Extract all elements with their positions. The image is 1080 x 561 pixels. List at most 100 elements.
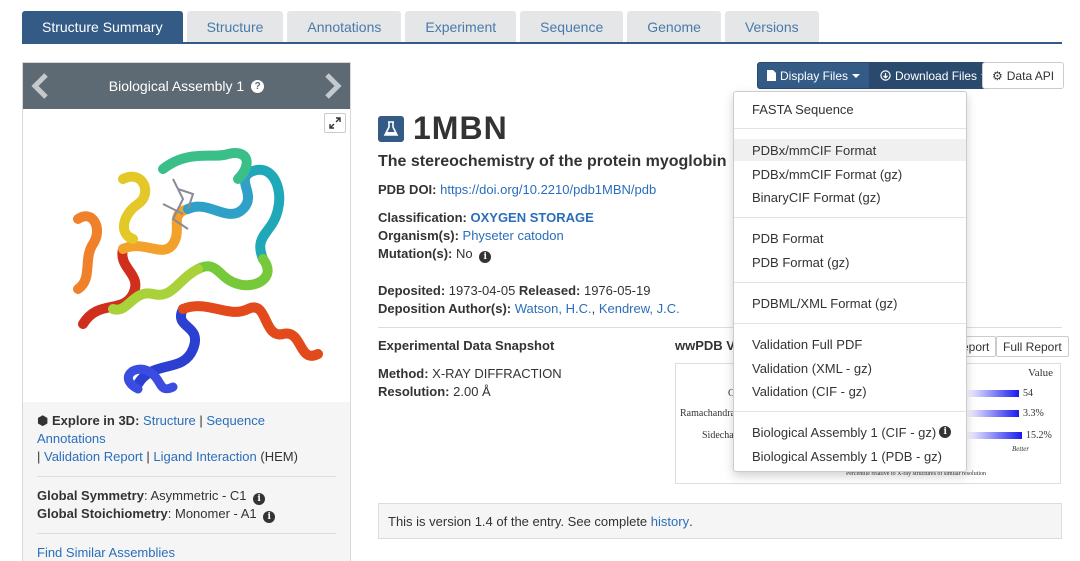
method-value: X-RAY DIFFRACTION [432, 366, 562, 381]
chevron-right-icon[interactable] [322, 72, 344, 100]
validation-row-bar: 54 [966, 388, 1033, 399]
validation-row-label: Ramachandra [680, 408, 735, 419]
dropdown-divider [734, 323, 966, 324]
dropdown-divider [734, 282, 966, 283]
released-value: 1976-05-19 [583, 283, 651, 298]
dd-bio-assembly-cif-gz-label: Biological Assembly 1 (CIF - gz) [752, 424, 937, 440]
global-stoich-label: Global Stoichiometry [37, 506, 168, 521]
better-label: Better [1012, 445, 1030, 453]
organism-link[interactable]: Physeter catodon [463, 228, 564, 243]
full-report-button[interactable]: Full Report [996, 336, 1069, 357]
flask-icon [378, 115, 404, 142]
validation-heading: wwPDB V [675, 338, 735, 353]
explore-validation-report-link[interactable]: Validation Report [44, 449, 143, 464]
validation-bar [966, 410, 1019, 417]
dd-validation-full-pdf[interactable]: Validation Full PDF [734, 333, 966, 355]
tab-experiment[interactable]: Experiment [405, 11, 517, 43]
validation-bar [966, 432, 1022, 439]
file-buttons: Display Files Download Files [757, 62, 1000, 89]
version-notice: This is version 1.4 of the entry. See co… [378, 503, 1062, 539]
resolution-label: Resolution: [378, 384, 450, 399]
validation-row: Ramachandra [680, 408, 735, 419]
dd-pdb-format-gz[interactable]: PDB Format (gz) [734, 251, 966, 273]
version-end: . [689, 513, 693, 529]
download-icon [880, 70, 891, 81]
expand-icon[interactable] [324, 113, 346, 133]
author-link[interactable]: Kendrew, J.C. [599, 301, 680, 316]
tab-structure[interactable]: Structure [186, 11, 284, 43]
find-similar-assemblies-link[interactable]: Find Similar Assemblies [37, 545, 175, 560]
assembly-panel: Biological Assembly 1 ? ⬢ Explore in 3D:… [22, 62, 351, 561]
validation-row-label: Sidechai [702, 430, 737, 441]
tab-bar: Structure Summary Structure Annotations … [22, 11, 823, 43]
dropdown-divider [734, 411, 966, 412]
info-icon[interactable]: i [479, 251, 492, 263]
cube-icon: ⬢ [37, 413, 49, 428]
dd-pdbx-mmcif[interactable]: PDBx/mmCIF Format [734, 139, 966, 161]
tab-genome[interactable]: Genome [627, 11, 721, 43]
dd-pdb-format[interactable]: PDB Format [734, 227, 966, 249]
help-icon[interactable]: ? [251, 79, 265, 93]
doi-label: PDB DOI: [378, 182, 437, 197]
explore-ligand-interaction-link[interactable]: Ligand Interaction [153, 449, 256, 464]
global-stoich-value: Monomer - A1 [174, 506, 257, 521]
dd-pdbx-mmcif-gz[interactable]: PDBx/mmCIF Format (gz) [734, 163, 966, 185]
data-api-label: Data API [1006, 68, 1055, 83]
info-icon[interactable]: i [263, 511, 276, 523]
classification-block: Classification: OXYGEN STORAGE Organism(… [378, 209, 594, 263]
validation-row-bar: 15.2% [966, 430, 1052, 441]
authors-label: Deposition Author(s): [378, 301, 512, 316]
validation-row-bar: 3.3% [966, 408, 1044, 419]
dd-validation-cif-gz[interactable]: Validation (CIF - gz) [734, 380, 966, 402]
organism-label: Organism(s): [378, 228, 459, 243]
download-files-button[interactable]: Download Files [870, 62, 1000, 89]
dd-fasta-sequence[interactable]: FASTA Sequence [734, 98, 966, 120]
explore-structure-link[interactable]: Structure [143, 413, 196, 428]
tab-annotations[interactable]: Annotations [287, 11, 402, 43]
deposited-value: 1973-04-05 [448, 283, 516, 298]
dd-bio-assembly-pdb-gz[interactable]: Biological Assembly 1 (PDB - gz) [734, 445, 966, 467]
dd-validation-xml-gz[interactable]: Validation (XML - gz) [734, 357, 966, 379]
download-files-dropdown: FASTA Sequence PDBx/mmCIF Format PDBx/mm… [733, 91, 967, 472]
validation-row: Sidechai [702, 430, 736, 441]
info-icon[interactable]: i [253, 493, 266, 505]
validation-row-value: 54 [1023, 388, 1033, 399]
validation-bar [966, 390, 1019, 397]
global-symmetry-label: Global Symmetry [37, 488, 144, 503]
validation-row-value: 3.3% [1023, 408, 1044, 419]
deposition-block: Deposited: 1973-04-05 Released: 1976-05-… [378, 283, 680, 316]
symmetry-section: Global Symmetry: Asymmetric - C1 i Globa… [37, 477, 336, 534]
dd-bio-assembly-cif-gz[interactable]: Biological Assembly 1 (CIF - gz) i [734, 421, 966, 443]
experimental-heading: Experimental Data Snapshot [378, 338, 555, 353]
tab-versions[interactable]: Versions [724, 11, 819, 43]
display-files-label: Display Files [780, 68, 849, 83]
dropdown-divider [734, 217, 966, 218]
data-api-button[interactable]: ⚙ Data API [982, 62, 1065, 89]
tab-structure-summary[interactable]: Structure Summary [22, 11, 183, 43]
experiment-block: Method: X-RAY DIFFRACTION Resolution: 2.… [378, 365, 562, 401]
dd-binarycif-gz[interactable]: BinaryCIF Format (gz) [734, 186, 966, 208]
author-link[interactable]: Watson, H.C. [515, 301, 592, 316]
file-icon [767, 70, 776, 81]
info-icon[interactable]: i [939, 426, 952, 438]
value-header: Value [1028, 367, 1054, 379]
explore-section: ⬢ Explore in 3D: Structure | Sequence An… [37, 402, 336, 477]
classification-link[interactable]: OXYGEN STORAGE [470, 210, 593, 225]
tab-underline [22, 42, 1062, 44]
resolution-value: 2.00 Å [453, 384, 491, 399]
similar-section: Find Similar Assemblies [37, 534, 336, 561]
chevron-left-icon[interactable] [29, 72, 51, 100]
display-files-button[interactable]: Display Files [757, 62, 871, 89]
tab-sequence[interactable]: Sequence [520, 11, 624, 43]
history-link[interactable]: history [651, 514, 689, 529]
validation-row-value: 15.2% [1026, 430, 1052, 441]
ligand-code: (HEM) [260, 449, 298, 464]
assembly-details: ⬢ Explore in 3D: Structure | Sequence An… [23, 402, 350, 561]
dd-pdbml-xml-gz[interactable]: PDBML/XML Format (gz) [734, 292, 966, 314]
api-button-wrap: ⚙ Data API [982, 62, 1065, 89]
classification-label: Classification: [378, 210, 467, 225]
assembly-title: Biological Assembly 1 [108, 78, 245, 94]
structure-image[interactable] [23, 109, 350, 402]
doi-link[interactable]: https://doi.org/10.2210/pdb1MBN/pdb [440, 182, 656, 197]
dropdown-divider [734, 128, 966, 129]
